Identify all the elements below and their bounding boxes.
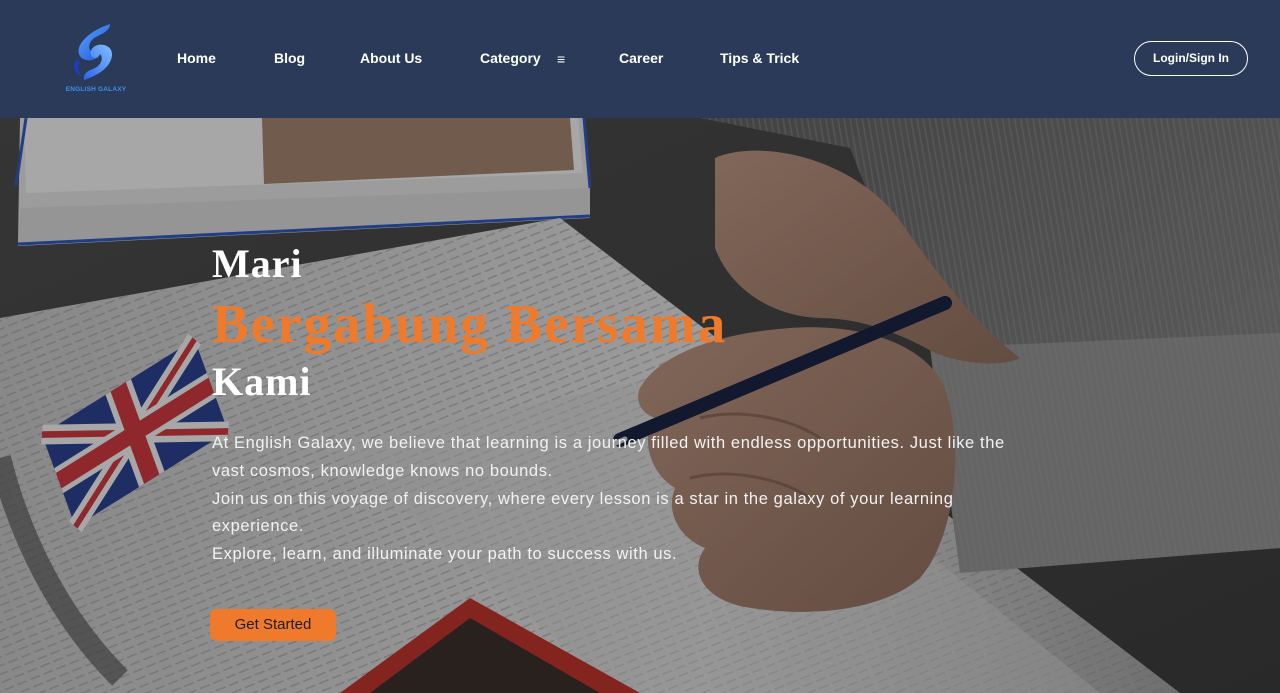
brand-name: ENGLISH GALAXY [65, 86, 127, 93]
hero-description-line: vast cosmos, knowledge knows no bounds. [212, 461, 553, 480]
hero-description-line: Join us on this voyage of discovery, whe… [212, 489, 954, 508]
hero-description: At English Galaxy, we believe that learn… [212, 430, 1102, 569]
login-signin-button[interactable]: Login/Sign In [1134, 41, 1248, 76]
get-started-button[interactable]: Get Started [210, 609, 336, 641]
hero-dark-overlay [0, 118, 1280, 693]
hero-title-line-2: Bergabung Bersama [212, 293, 728, 354]
menu-lines-icon[interactable]: ≡ [557, 51, 565, 67]
brand-logo[interactable]: ENGLISH GALAXY [64, 20, 128, 100]
hero-title-line-1: Mari [212, 241, 303, 286]
nav-about-us[interactable]: About Us [360, 50, 422, 66]
hero-description-line: Explore, learn, and illuminate your path… [212, 545, 678, 564]
hero-description-line: experience. [212, 517, 304, 536]
nav-category[interactable]: Category [480, 50, 541, 66]
hero-section: Mari Bergabung Bersama Kami At English G… [0, 118, 1280, 693]
hero-description-line: At English Galaxy, we believe that learn… [212, 434, 1005, 452]
nav-tips-trick[interactable]: Tips & Trick [720, 50, 799, 66]
hero-title-line-3: Kami [212, 359, 312, 404]
nav-home[interactable]: Home [177, 50, 216, 66]
navbar: ENGLISH GALAXY Home Blog About Us Catego… [0, 0, 1280, 118]
nav-career[interactable]: Career [619, 50, 663, 66]
nav-blog[interactable]: Blog [274, 50, 305, 66]
galaxy-swirl-logo-icon [74, 24, 112, 80]
